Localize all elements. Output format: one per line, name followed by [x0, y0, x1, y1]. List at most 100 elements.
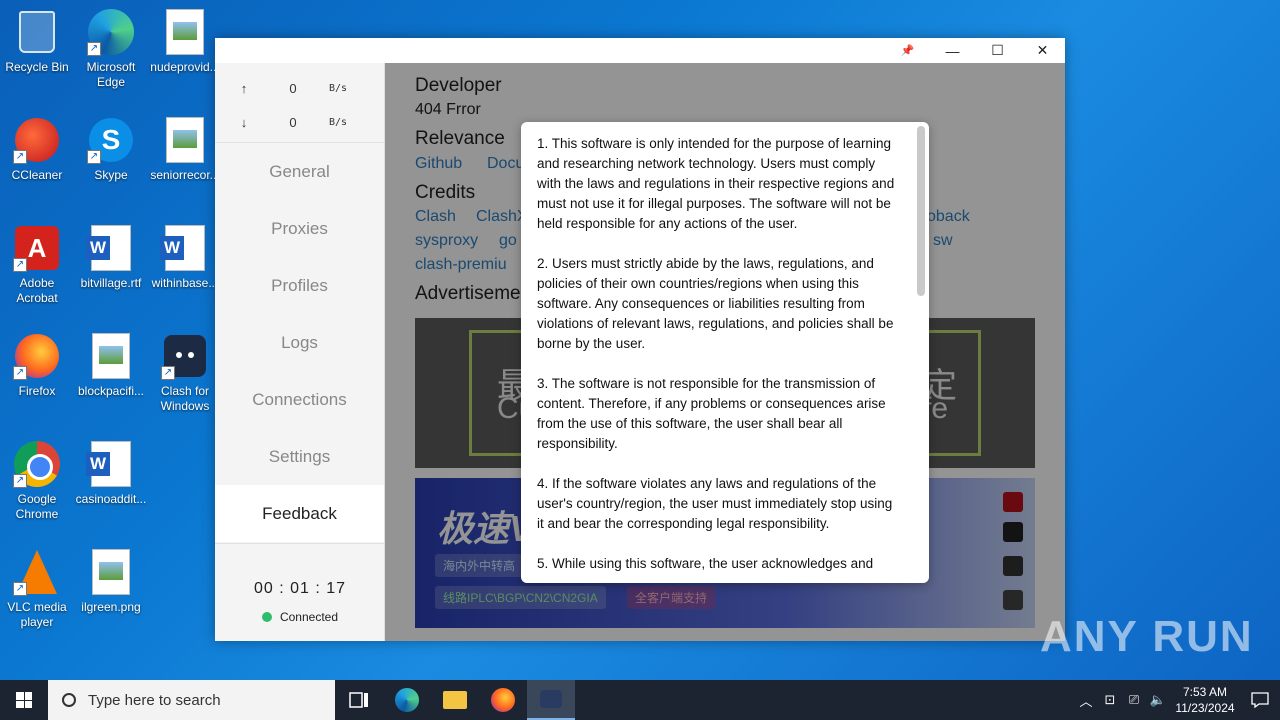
traffic-panel: ↑ 0 B/s ↓ 0 B/s	[215, 63, 384, 143]
desktop-icon-ccleaner[interactable]: ↗ CCleaner	[0, 116, 74, 183]
maximize-icon: ☐	[991, 42, 1004, 58]
desktop-icon-blockpacifi[interactable]: blockpacifi...	[74, 332, 148, 399]
desktop-icon-withinbase[interactable]: withinbase...	[148, 224, 222, 291]
upload-arrow-icon: ↑	[240, 80, 248, 96]
download-value: 0	[289, 114, 297, 130]
desktop-icon-nudeprovid[interactable]: nudeprovid...	[148, 8, 222, 75]
notification-button[interactable]	[1240, 692, 1280, 708]
upload-unit: B/s	[328, 82, 348, 94]
download-speed: ↓ 0 B/s	[215, 105, 384, 139]
desktop-icon-chrome[interactable]: ↗ Google Chrome	[0, 440, 74, 522]
desktop-icon-label: CCleaner	[11, 168, 63, 182]
task-view-button[interactable]	[335, 680, 383, 720]
disclaimer-paragraph: 4. If the software violates any laws and…	[537, 476, 893, 531]
shortcut-arrow-icon: ↗	[87, 42, 101, 56]
desktop-icon-seniorrecor[interactable]: seniorrecor...	[148, 116, 222, 183]
sidebar: ↑ 0 B/s ↓ 0 B/s General Proxies Profiles…	[215, 63, 385, 641]
notification-icon	[1251, 692, 1269, 708]
desktop-icon-ilgreen[interactable]: ilgreen.png	[74, 548, 148, 615]
vlc-cone-icon: ↗	[13, 548, 61, 596]
nav-settings[interactable]: Settings	[215, 428, 384, 485]
dialog-scrollbar[interactable]	[917, 126, 925, 296]
upload-speed: ↑ 0 B/s	[215, 71, 384, 105]
image-file-icon	[87, 548, 135, 596]
maximize-button[interactable]: ☐	[975, 38, 1020, 63]
clock-date: 11/23/2024	[1175, 701, 1235, 715]
recycle-bin-icon	[13, 8, 61, 56]
desktop-icon-skype[interactable]: S ↗ Skype	[74, 116, 148, 183]
clock-time: 7:53 AM	[1182, 685, 1228, 699]
upload-value: 0	[289, 80, 297, 96]
network-icon[interactable]: ⎚	[1122, 692, 1146, 708]
desktop-icon-label: Microsoft Edge	[86, 60, 136, 89]
desktop-icon-casinoaddit[interactable]: casinoaddit...	[74, 440, 148, 507]
edge-icon: ↗	[87, 8, 135, 56]
chevron-up-icon[interactable]: ︿	[1074, 691, 1098, 710]
nav-proxies[interactable]: Proxies	[215, 200, 384, 257]
status-dot-icon	[261, 612, 272, 622]
volume-icon[interactable]: 🔈	[1146, 692, 1170, 708]
desktop-icon-clash[interactable]: ↗ Clash for Windows	[148, 332, 222, 414]
network-vpn-icon[interactable]: ⊡	[1098, 692, 1122, 708]
desktop-icon-vlc[interactable]: ↗ VLC media player	[0, 548, 74, 630]
shortcut-arrow-icon: ↗	[87, 150, 101, 164]
shortcut-arrow-icon: ↗	[13, 150, 27, 164]
connection-status[interactable]: Connected	[215, 610, 385, 624]
desktop-icon-label: blockpacifi...	[77, 384, 145, 398]
taskbar-search[interactable]: Type here to search	[48, 680, 335, 720]
shortcut-arrow-icon: ↗	[13, 258, 27, 272]
desktop-icon-edge[interactable]: ↗ Microsoft Edge	[74, 8, 148, 90]
desktop-icon-recycle-bin[interactable]: Recycle Bin	[0, 8, 74, 75]
nav-profiles[interactable]: Profiles	[215, 257, 384, 314]
desktop-icon-label: Google Chrome	[15, 492, 59, 521]
shortcut-arrow-icon: ↗	[13, 366, 27, 380]
image-file-icon	[87, 332, 135, 380]
folder-icon	[443, 691, 467, 709]
desktop-icon-label: Adobe Acrobat	[16, 276, 58, 305]
disclaimer-paragraph: 1. This software is only intended for th…	[537, 136, 895, 231]
nav-feedback[interactable]: Feedback	[215, 485, 384, 542]
taskbar-edge[interactable]	[383, 680, 431, 720]
desktop-icon-label: Clash for Windows	[160, 384, 210, 413]
nav-general[interactable]: General	[215, 143, 384, 200]
desktop-icon-firefox[interactable]: ↗ Firefox	[0, 332, 74, 399]
search-placeholder: Type here to search	[88, 691, 221, 709]
word-document-icon	[86, 224, 135, 272]
status-label: Connected	[279, 610, 339, 624]
word-document-icon	[160, 224, 209, 272]
system-tray: ︿ ⊡ ⎚ 🔈 7:53 AM 11/23/2024	[1074, 680, 1280, 720]
shortcut-arrow-icon: ↗	[13, 582, 27, 596]
status-panel: 00 : 01 : 17 Connected	[215, 543, 385, 641]
minimize-icon: —	[945, 42, 960, 59]
task-view-icon	[349, 692, 368, 708]
pin-button[interactable]: 📌	[885, 38, 930, 63]
desktop-icon-label: Recycle Bin	[5, 60, 69, 74]
minimize-button[interactable]: —	[930, 38, 975, 63]
desktop-icon-bitvillage[interactable]: bitvillage.rtf	[74, 224, 148, 291]
start-button[interactable]	[0, 680, 48, 720]
search-icon	[62, 693, 76, 707]
skype-icon: S ↗	[87, 116, 135, 164]
taskbar-clock[interactable]: 7:53 AM 11/23/2024	[1170, 684, 1240, 716]
title-bar[interactable]: 📌 — ☐ ✕	[215, 38, 1065, 63]
shortcut-arrow-icon: ↗	[13, 474, 27, 488]
nav-logs[interactable]: Logs	[215, 314, 384, 371]
clash-cat-icon	[540, 690, 562, 708]
taskbar-file-explorer[interactable]	[431, 680, 479, 720]
nav-connections[interactable]: Connections	[215, 371, 384, 428]
taskbar-firefox[interactable]	[479, 680, 527, 720]
taskbar-clash[interactable]	[527, 680, 575, 720]
disclaimer-paragraph: 2. Users must strictly abide by the laws…	[537, 256, 894, 351]
pin-icon: 📌	[900, 45, 915, 57]
windows-logo-icon	[16, 692, 32, 708]
edge-icon	[395, 688, 419, 712]
firefox-icon: ↗	[13, 332, 61, 380]
desktop-icon-label: VLC media player	[7, 600, 67, 629]
image-file-icon	[161, 116, 209, 164]
disclaimer-text: 1. This software is only intended for th…	[537, 134, 902, 583]
desktop-icon-label: seniorrecor...	[150, 168, 220, 182]
desktop-icon-label: bitvillage.rtf	[80, 276, 142, 290]
close-button[interactable]: ✕	[1020, 38, 1065, 63]
image-file-icon	[161, 8, 209, 56]
desktop-icon-acrobat[interactable]: A ↗ Adobe Acrobat	[0, 224, 74, 306]
